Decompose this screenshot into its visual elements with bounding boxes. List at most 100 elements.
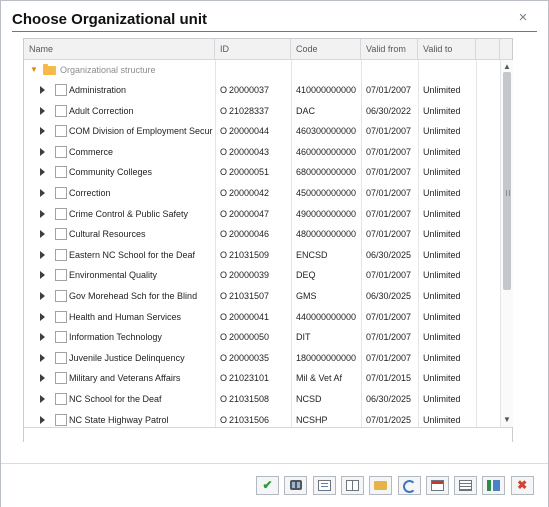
- scroll-down-icon[interactable]: ▼: [503, 416, 511, 424]
- table-row[interactable]: Community Colleges O 20000051 680000000000 0…: [24, 162, 500, 182]
- row-checkbox[interactable]: [55, 413, 67, 426]
- expand-arrow-icon[interactable]: [40, 230, 45, 239]
- expand-arrow-icon[interactable]: [40, 353, 45, 362]
- row-checkbox[interactable]: [55, 84, 67, 96]
- table-row[interactable]: COM Division of Employment Secur O 2000004…: [24, 121, 500, 141]
- row-checkbox[interactable]: [55, 228, 67, 241]
- tree-view-button[interactable]: [482, 476, 506, 495]
- scrollbar-thumb[interactable]: [503, 72, 511, 290]
- tree-root-row[interactable]: ▼ Organizational structure: [24, 60, 500, 80]
- org-unit-type-marker: O: [220, 291, 228, 301]
- folder-open-icon: [43, 64, 56, 75]
- details-button[interactable]: [312, 476, 336, 495]
- find-button[interactable]: [284, 476, 308, 495]
- expand-arrow-icon[interactable]: [40, 395, 45, 403]
- valid-from-date: 07/01/2007: [366, 146, 412, 157]
- scroll-up-icon[interactable]: ▲: [503, 63, 511, 71]
- table-row[interactable]: Commerce O 20000043 460000000000 07/01/2007 U…: [24, 142, 500, 162]
- row-checkbox[interactable]: [55, 104, 67, 117]
- org-unit-code: 680000000000: [296, 167, 357, 178]
- horizontal-scrollbar-track[interactable]: [24, 427, 512, 442]
- select-block-button[interactable]: [340, 476, 364, 495]
- expand-arrow-icon[interactable]: [40, 271, 45, 280]
- column-header-valid-from[interactable]: Valid from: [361, 39, 418, 59]
- table-row[interactable]: Military and Veterans Affairs O 21023101 Mi…: [24, 368, 500, 388]
- expand-arrow-icon[interactable]: [40, 250, 45, 259]
- valid-from-date: 07/01/2007: [366, 352, 412, 363]
- valid-to-date: Unlimited: [423, 249, 461, 260]
- expand-arrow-icon[interactable]: [40, 147, 45, 156]
- org-unit-id-value: 20000039: [229, 270, 270, 281]
- table-row[interactable]: Juvenile Justice Delinquency O 20000035 180…: [24, 348, 500, 368]
- cancel-icon: ✖: [517, 478, 528, 492]
- table-row[interactable]: Information Technology O 20000050 DIT 07/01/…: [24, 327, 500, 347]
- close-icon[interactable]: ×: [516, 10, 530, 25]
- row-checkbox[interactable]: [55, 372, 67, 385]
- org-unit-code: GMS: [296, 291, 317, 301]
- tree-icon: [487, 480, 501, 491]
- org-unit-code: 180000000000: [296, 352, 357, 363]
- org-unit-name: Military and Veterans Affairs: [69, 373, 181, 384]
- expand-arrow-icon[interactable]: [40, 86, 45, 94]
- row-checkbox[interactable]: [55, 310, 67, 323]
- org-unit-name: Community Colleges: [69, 167, 153, 178]
- expand-arrow-icon[interactable]: [40, 127, 45, 136]
- column-header-name[interactable]: Name: [24, 39, 215, 59]
- column-header-id[interactable]: ID: [215, 39, 291, 59]
- table-row[interactable]: Adult Correction O 21028337 DAC 06/30/2022 Un…: [24, 101, 500, 121]
- row-checkbox[interactable]: [55, 187, 67, 199]
- row-checkbox[interactable]: [55, 290, 67, 302]
- table-row[interactable]: Cultural Resources O 20000046 480000000000 0…: [24, 224, 500, 244]
- expand-arrow-icon[interactable]: [40, 209, 45, 218]
- table-row[interactable]: Environmental Quality O 20000039 DEQ 07/01/2…: [24, 265, 500, 285]
- expand-arrow-icon[interactable]: [40, 333, 45, 342]
- org-unit-code: 480000000000: [296, 229, 357, 240]
- org-unit-id-value: 20000046: [229, 229, 270, 240]
- expand-arrow-icon[interactable]: [40, 374, 45, 383]
- valid-from-date: 06/30/2025: [366, 291, 412, 301]
- column-header-valid-to[interactable]: Valid to: [418, 39, 476, 59]
- open-folder-button[interactable]: [369, 476, 393, 495]
- org-unit-id-value: 20000050: [229, 332, 270, 343]
- row-checkbox[interactable]: [55, 145, 67, 158]
- table-row[interactable]: NC State Highway Patrol O 21031506 NCSHP 07/…: [24, 410, 500, 427]
- valid-from-date: 07/01/2007: [366, 229, 412, 240]
- table-row[interactable]: Health and Human Services O 20000041 440000…: [24, 307, 500, 327]
- row-checkbox[interactable]: [55, 166, 67, 179]
- expand-arrow-icon[interactable]: [40, 106, 45, 115]
- row-checkbox[interactable]: [55, 393, 67, 405]
- row-checkbox[interactable]: [55, 248, 67, 261]
- expand-arrow-icon[interactable]: [40, 292, 45, 300]
- cancel-button[interactable]: ✖: [510, 476, 534, 495]
- table-row[interactable]: NC School for the Deaf O 21031508 NCSD 06/30…: [24, 389, 500, 409]
- org-unit-name: Adult Correction: [69, 105, 134, 116]
- org-unit-id-value: 20000035: [229, 352, 270, 363]
- row-checkbox[interactable]: [55, 207, 67, 220]
- org-unit-id: O 20000042: [220, 183, 269, 203]
- org-unit-id-value: 20000044: [229, 126, 270, 137]
- vertical-scrollbar[interactable]: ▲ ▼: [500, 60, 513, 427]
- expand-arrow-icon[interactable]: [40, 415, 45, 424]
- calendar-button[interactable]: [425, 476, 449, 495]
- org-unit-id: O 21031508: [220, 389, 269, 409]
- expand-arrow-icon[interactable]: [40, 189, 45, 197]
- org-unit-type-marker: O: [220, 146, 228, 157]
- refresh-button[interactable]: [397, 476, 421, 495]
- table-row[interactable]: Administration O 20000037 410000000000 07/01…: [24, 80, 500, 100]
- row-checkbox[interactable]: [55, 331, 67, 344]
- list-view-button[interactable]: [454, 476, 478, 495]
- row-checkbox[interactable]: [55, 125, 67, 138]
- valid-from-date: 07/01/2015: [366, 373, 412, 384]
- chevron-down-icon[interactable]: ▼: [30, 60, 38, 80]
- confirm-button[interactable]: ✔: [256, 476, 279, 495]
- expand-arrow-icon[interactable]: [40, 312, 45, 321]
- table-row[interactable]: Correction O 20000042 450000000000 07/01/200…: [24, 183, 500, 203]
- column-header-code[interactable]: Code: [291, 39, 361, 59]
- table-row[interactable]: Gov Morehead Sch for the Blind O 21031507 G…: [24, 286, 500, 306]
- expand-arrow-icon[interactable]: [40, 168, 45, 177]
- table-row[interactable]: Crime Control & Public Safety O 20000047 49…: [24, 204, 500, 224]
- table-row[interactable]: Eastern NC School for the Deaf O 21031509 E…: [24, 245, 500, 265]
- binoculars-icon: [289, 480, 302, 490]
- row-checkbox[interactable]: [55, 269, 67, 282]
- row-checkbox[interactable]: [55, 351, 67, 364]
